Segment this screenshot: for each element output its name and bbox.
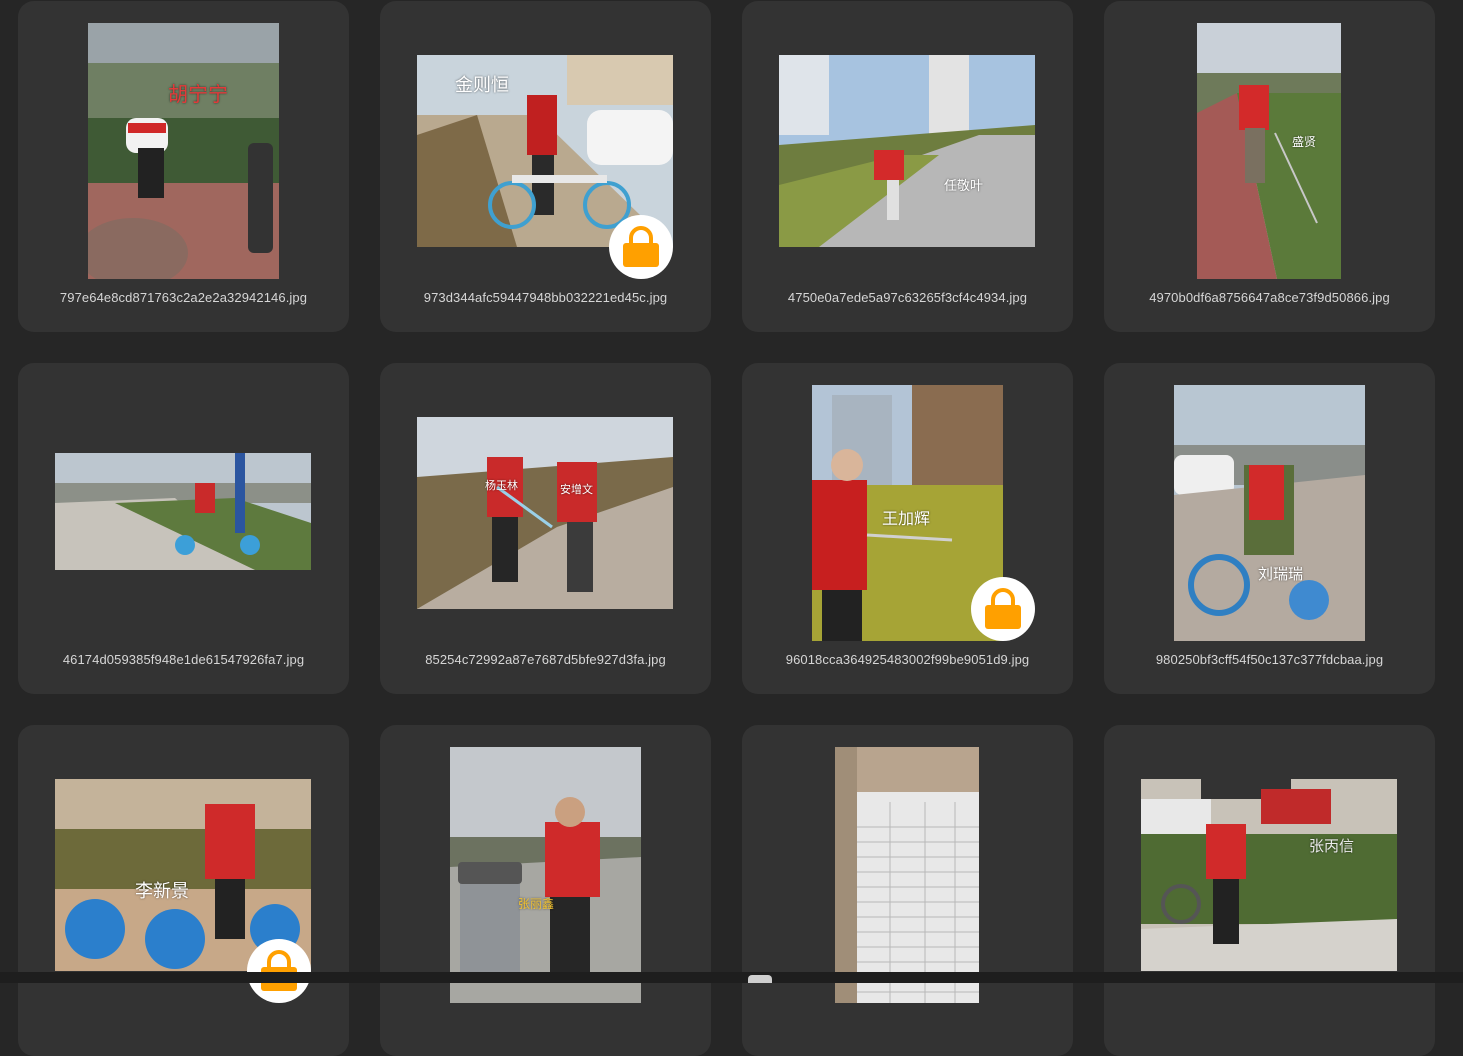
photo-tile[interactable]: 胡宁宁 797e64e8cd871763c2a2e2a32942146.jpg [18,1,349,332]
photo-thumbnail[interactable]: 张丙信 [1141,779,1397,971]
photo-tile[interactable]: 张丽鑫 [380,725,711,1056]
photo-name-tag: 金则恒 [455,75,509,96]
toolbar-handle[interactable] [748,975,772,983]
bottom-toolbar [0,972,1463,983]
photo-filename: 46174d059385f948e1de61547926fa7.jpg [62,652,305,667]
lock-icon[interactable] [609,215,673,279]
photo-filename: 797e64e8cd871763c2a2e2a32942146.jpg [59,290,308,305]
lock-icon[interactable] [247,939,311,1003]
photo-thumbnail[interactable] [835,747,979,1003]
photo-thumbnail[interactable]: 盛贤 [1197,23,1341,279]
photo-tile[interactable]: 46174d059385f948e1de61547926fa7.jpg [18,363,349,694]
photo-tile[interactable]: 刘瑞瑞 980250bf3cff54f50c137c377fdcbaa.jpg [1104,363,1435,694]
photo-name-tag: 王加辉 [882,509,931,528]
photo-filename: 973d344afc59447948bb032221ed45c.jpg [423,290,668,305]
photo-tile[interactable]: 张丙信 [1104,725,1435,1056]
photo-thumbnail[interactable]: 任敬叶 [779,55,1035,247]
photo-name-tag-2: 安增文 [560,483,593,496]
photo-thumbnail[interactable] [55,453,311,570]
photo-tile[interactable]: 李新景 [18,725,349,1056]
photo-filename: 4970b0df6a8756647a8ce73f9d50866.jpg [1149,290,1390,305]
photo-tile[interactable]: 王加辉 96018cca364925483002f99be9051d9.jpg [742,363,1073,694]
photo-thumbnail[interactable]: 杨玉林 安增文 [417,417,673,609]
photo-name-tag: 胡宁宁 [168,82,228,106]
lock-icon[interactable] [971,577,1035,641]
photo-tile[interactable]: 任敬叶 4750e0a7ede5a97c63265f3cf4c4934.jpg [742,1,1073,332]
photo-thumbnail[interactable]: 张丽鑫 [450,747,641,1003]
photo-filename: 4750e0a7ede5a97c63265f3cf4c4934.jpg [787,290,1028,305]
photo-thumbnail[interactable]: 胡宁宁 [88,23,279,279]
photo-name-tag: 张丙信 [1309,837,1355,855]
photo-name-tag: 盛贤 [1292,135,1317,149]
photo-name-tag: 杨玉林 [485,479,518,492]
photo-tile[interactable]: 杨玉林 安增文 85254c72992a87e7687d5bfe927d3fa.… [380,363,711,694]
photo-tile[interactable]: 金则恒 973d344afc59447948bb032221ed45c.jpg [380,1,711,332]
photo-name-tag: 李新景 [135,881,189,902]
photo-name-tag: 刘瑞瑞 [1258,565,1304,583]
photo-name-tag: 张丽鑫 [518,897,555,911]
photo-thumbnail[interactable]: 刘瑞瑞 [1174,385,1365,641]
photo-filename: 96018cca364925483002f99be9051d9.jpg [785,652,1030,667]
photo-filename: 980250bf3cff54f50c137c377fdcbaa.jpg [1155,652,1384,667]
photo-grid: 胡宁宁 797e64e8cd871763c2a2e2a32942146.jpg [18,1,1438,1056]
photo-filename: 85254c72992a87e7687d5bfe927d3fa.jpg [425,652,666,667]
photo-name-tag: 任敬叶 [944,179,984,194]
photo-tile[interactable] [742,725,1073,1056]
photo-tile[interactable]: 盛贤 4970b0df6a8756647a8ce73f9d50866.jpg [1104,1,1435,332]
